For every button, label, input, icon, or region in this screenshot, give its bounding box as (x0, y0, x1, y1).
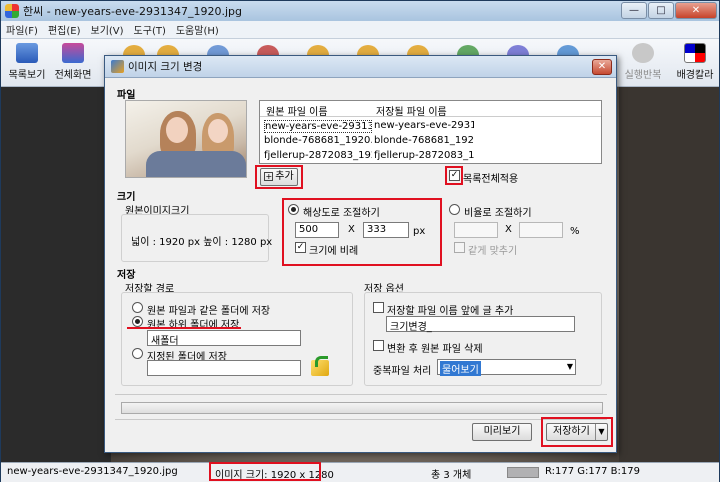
same-ratio-label: 같게 맞추기 (468, 246, 518, 257)
add-file-button[interactable]: + 추가 (260, 168, 298, 186)
duplicate-select[interactable]: 물어보기 ▼ (437, 359, 576, 376)
keep-ratio-checkbox[interactable]: ✓ (295, 242, 306, 253)
width-input[interactable]: 500 (295, 222, 339, 238)
dropdown-arrow-icon[interactable]: ▼ (595, 424, 607, 440)
save-same-folder-label: 원본 파일과 같은 폴더에 저장 (147, 306, 271, 317)
window-title: 한씨 - new-years-eve-2931347_1920.jpg (23, 5, 242, 18)
delete-original-checkbox[interactable] (373, 340, 384, 351)
prefix-input[interactable]: 크기변경_ (386, 316, 575, 333)
apply-all-label: 목록전체적용 (463, 174, 519, 185)
list-view-icon (16, 43, 38, 63)
menu-edit[interactable]: 편집(E) (43, 22, 86, 37)
dialog-title-bar[interactable]: 이미지 크기 변경 ✕ (105, 56, 616, 78)
column-source-name[interactable]: 원본 파일 이름 (266, 103, 328, 118)
original-size-value: 넓이 : 1920 px 높이 : 1280 px (131, 237, 273, 248)
file-section-title: 파일 (117, 90, 136, 101)
height-input[interactable]: 333 (363, 222, 409, 238)
save-custom-folder-radio[interactable] (132, 348, 143, 359)
resolution-label: 해상도로 조절하기 (303, 208, 380, 219)
fullscreen-icon (62, 43, 84, 63)
subfolder-input[interactable]: 새폴더 (147, 330, 301, 347)
file-row[interactable]: fjellerup-2872083_1920... fjellerup-2872… (260, 149, 601, 164)
prefix-label: 저장할 파일 이름 앞에 글 추가 (387, 306, 514, 317)
fullscreen-label: 전체화면 (54, 70, 92, 81)
menu-tools[interactable]: 도구(T) (129, 22, 171, 37)
resize-dialog: 이미지 크기 변경 ✕ 파일 원본 파일 이름 저장될 파일 이름 new-ye… (104, 55, 617, 453)
file-row[interactable]: new-years-eve-2931347... new-years-eve-2… (260, 119, 601, 134)
chevron-down-icon: ▼ (566, 362, 573, 371)
redo-icon (632, 43, 654, 63)
menu-bar: 파일(F) 편집(E) 보기(V) 도구(T) 도움말(H) (1, 21, 719, 39)
ratio-width-input[interactable] (454, 222, 498, 238)
list-view-label: 목록보기 (8, 70, 46, 81)
menu-help[interactable]: 도움말(H) (171, 22, 224, 37)
ratio-label: 비율로 조절하기 (464, 208, 532, 219)
progress-bar (121, 402, 603, 414)
maximize-button[interactable]: □ (648, 2, 674, 19)
menu-view[interactable]: 보기(V) (86, 22, 129, 37)
status-filename: new-years-eve-2931347_1920.jpg (7, 466, 178, 477)
plus-icon: + (264, 171, 274, 181)
redo-label: 실행반복 (624, 70, 662, 81)
browse-folder-icon[interactable] (311, 356, 329, 376)
menu-file[interactable]: 파일(F) (1, 22, 43, 37)
save-subfolder-radio[interactable] (132, 316, 143, 327)
file-list-header: 원본 파일 이름 저장될 파일 이름 (260, 101, 601, 118)
file-row[interactable]: blonde-768681_1920.jpg blonde-768681_192… (260, 134, 601, 149)
custom-folder-input[interactable] (147, 360, 301, 376)
duplicate-label: 중복파일 처리 (373, 366, 432, 377)
redo-button[interactable]: 실행반복 (617, 43, 669, 81)
save-section-title: 저장 (117, 270, 136, 281)
color-palette-icon (684, 43, 706, 63)
list-view-button[interactable]: 목록보기 (7, 43, 47, 81)
column-target-name[interactable]: 저장될 파일 이름 (376, 103, 447, 118)
app-logo-icon (5, 4, 19, 18)
save-button[interactable]: 저장하기 ▼ (546, 423, 608, 441)
preview-button[interactable]: 미리보기 (472, 423, 532, 441)
background-color-label: 배경칼라 (676, 70, 714, 81)
prefix-checkbox[interactable] (373, 302, 384, 313)
status-bar: new-years-eve-2931347_1920.jpg 이미지 크기: 1… (1, 462, 719, 482)
ratio-radio[interactable] (449, 204, 460, 215)
resolution-radio[interactable] (288, 204, 299, 215)
dialog-close-button[interactable]: ✕ (592, 59, 612, 75)
resize-icon (111, 60, 124, 73)
duplicate-value: 물어보기 (440, 361, 481, 376)
file-list[interactable]: 원본 파일 이름 저장될 파일 이름 new-years-eve-2931347… (259, 100, 602, 164)
size-section-title: 크기 (117, 192, 136, 203)
dialog-title: 이미지 크기 변경 (128, 61, 203, 73)
fullscreen-button[interactable]: 전체화면 (53, 43, 93, 81)
save-same-folder-radio[interactable] (132, 302, 143, 313)
close-button[interactable]: ✕ (675, 2, 717, 19)
status-image-size: 이미지 크기: 1920 x 1280 (215, 470, 334, 481)
status-rgb: R:177 G:177 B:179 (545, 466, 640, 477)
status-total: 총 3 개체 (431, 470, 472, 481)
status-color-swatch (507, 467, 539, 478)
title-bar[interactable]: 한씨 - new-years-eve-2931347_1920.jpg — □ … (1, 1, 719, 21)
ratio-height-input[interactable] (519, 222, 563, 238)
apply-all-checkbox[interactable]: ✓ (449, 170, 460, 181)
minimize-button[interactable]: — (621, 2, 647, 19)
app-window: 한씨 - new-years-eve-2931347_1920.jpg — □ … (0, 0, 720, 482)
delete-original-label: 변환 후 원본 파일 삭제 (387, 344, 483, 355)
keep-ratio-label: 크기에 비례 (309, 246, 359, 257)
background-color-button[interactable]: 배경칼라 (673, 43, 717, 81)
image-thumbnail (125, 100, 247, 178)
same-ratio-checkbox[interactable] (454, 242, 465, 253)
